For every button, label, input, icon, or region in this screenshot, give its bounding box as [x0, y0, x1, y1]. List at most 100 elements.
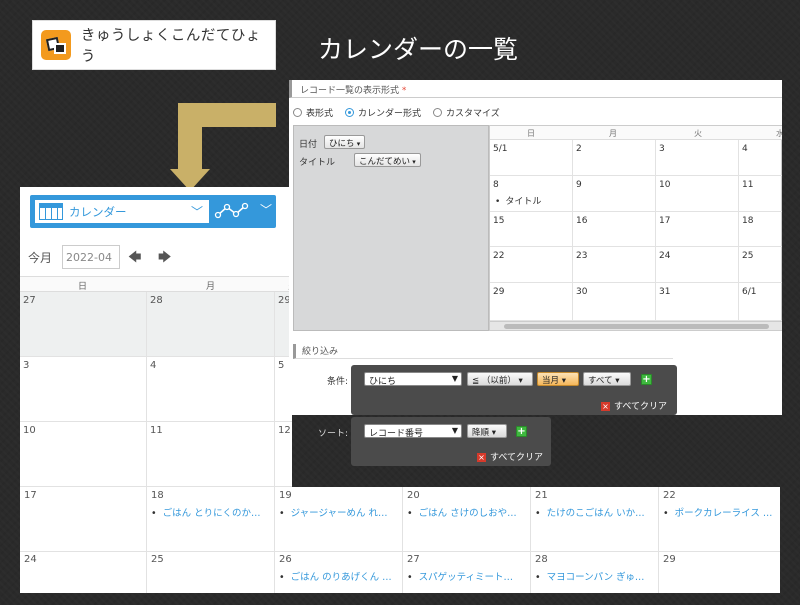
day-number: 18	[151, 490, 164, 501]
preview-cell: 18	[739, 212, 782, 247]
preview-cell: 22	[490, 247, 573, 283]
clear-sort-button[interactable]: × すべてクリア	[477, 450, 543, 463]
day-number: 26	[279, 554, 292, 565]
calendar-event[interactable]: たけのこごはん いか…	[535, 505, 653, 519]
radio-custom[interactable]	[433, 108, 443, 117]
preview-event: タイトル	[493, 194, 569, 207]
preview-cell: 8タイトル	[490, 176, 573, 212]
preview-cell: 3	[656, 140, 739, 176]
calendar-day-cell[interactable]: 17 24	[20, 487, 147, 593]
arrow-horizontal	[191, 103, 276, 127]
day-number: 19	[279, 490, 292, 501]
calendar-field-settings: 日付 ひにち タイトル こんだてめい	[293, 125, 489, 331]
day-number: 25	[151, 554, 164, 565]
view-select[interactable]: カレンダー ﹀	[34, 199, 210, 224]
condition-value-select[interactable]: 当月 ▾	[537, 372, 579, 386]
condition-extra-select[interactable]: すべて ▾	[583, 372, 631, 386]
day-header: 月	[206, 282, 216, 292]
calendar-day-cell[interactable]: 18 ごはん とりにくのか… 25	[147, 487, 275, 593]
calendar-day-cell[interactable]: 19 ジャージャーめん れ… 26 ごはん のりあげくん …	[275, 487, 403, 593]
preview-cell: 29	[490, 283, 573, 321]
calendar-day-cell[interactable]: 10	[20, 422, 147, 487]
view-select-label: カレンダー	[69, 204, 127, 219]
sort-field-select[interactable]: レコード番号 ▼	[364, 424, 462, 439]
day-header: 日	[78, 282, 88, 292]
day-header: 日	[527, 129, 535, 138]
calendar-bottom-weeks: 17 24 18 ごはん とりにくのか… 25 19 ジャージャーめん れ… 2…	[20, 487, 780, 593]
calendar-preview: 日 月 火 水 5/1 2 3 4 8タイトル 9 10 11 15 16 17…	[489, 125, 782, 331]
chevron-down-icon: ﹀	[190, 205, 203, 219]
app-badge: きゅうしょくこんだてひょう	[32, 20, 276, 70]
day-number: 20	[407, 490, 420, 501]
date-label: 日付	[299, 140, 318, 150]
calendar-day-cell[interactable]: 12	[275, 422, 292, 487]
calendar-event[interactable]: マヨコーンパン ぎゅ…	[535, 569, 653, 583]
day-number: 17	[24, 490, 37, 501]
month-input[interactable]	[62, 245, 120, 269]
preview-cell: 9	[573, 176, 656, 212]
day-header: 火	[694, 129, 702, 138]
add-sort-button[interactable]: +	[516, 426, 527, 437]
day-number: 22	[663, 490, 676, 501]
filter-header: 絞り込み	[293, 344, 673, 359]
radio-table[interactable]	[293, 108, 302, 117]
title-label: タイトル	[299, 158, 336, 168]
preview-cell: 17	[656, 212, 739, 247]
day-number: 28	[535, 554, 548, 565]
calendar-event[interactable]: ジャージャーめん れ…	[279, 505, 397, 519]
preview-cell: 23	[573, 247, 656, 283]
calendar-day-cell[interactable]: 22 ポークカレーライス … 29	[659, 487, 780, 593]
preview-cell: 6/1	[739, 283, 782, 321]
prev-month-icon[interactable]: 🡄	[128, 248, 141, 270]
preview-cell: 15	[490, 212, 573, 247]
graph-icon[interactable]	[214, 201, 254, 221]
title-field-select[interactable]: こんだてめい	[354, 153, 421, 167]
clear-icon: ×	[601, 402, 610, 411]
format-radio-group: 表形式 カレンダー形式 カスタマイズ	[293, 106, 512, 119]
slide-title: カレンダーの一覧	[318, 35, 519, 64]
preview-scrollbar[interactable]	[490, 321, 782, 330]
next-month-icon[interactable]: 🡆	[158, 248, 171, 270]
day-number: 29	[663, 554, 676, 565]
calendar-day-cell[interactable]: 3	[20, 357, 147, 422]
preview-cell: 2	[573, 140, 656, 176]
day-header: 月	[609, 129, 617, 138]
radio-calendar[interactable]	[345, 108, 355, 117]
preview-cell: 30	[573, 283, 656, 321]
calendar-event[interactable]: ポークカレーライス …	[663, 505, 781, 519]
calendar-day-cell[interactable]: 21 たけのこごはん いか… 28 マヨコーンパン ぎゅ…	[531, 487, 659, 593]
sort-box: レコード番号 ▼ 降順 ▾ + × すべてクリア	[351, 417, 551, 466]
required-mark: *	[401, 86, 407, 96]
date-field-select[interactable]: ひにち	[324, 135, 366, 149]
settings-header: レコード一覧の表示形式 *	[289, 80, 782, 98]
preview-cell: 11	[739, 176, 782, 212]
calendar-day-cell[interactable]: 27	[20, 292, 147, 357]
calendar-event[interactable]: ごはん とりにくのか…	[151, 505, 269, 519]
calendar-day-cell[interactable]: 28	[147, 292, 275, 357]
sort-order-select[interactable]: 降順 ▾	[467, 424, 507, 438]
view-switcher-bar: カレンダー ﹀ ﹀	[30, 195, 276, 228]
condition-label: 条件:	[327, 377, 349, 387]
day-header: 水	[776, 129, 782, 138]
condition-field-select[interactable]: ひにち ▼	[364, 372, 462, 387]
add-condition-button[interactable]: +	[641, 374, 652, 385]
calendar-day-cell[interactable]: 20 ごはん さけのしおや… 27 スパゲッティミート…	[403, 487, 531, 593]
preview-cell: 31	[656, 283, 739, 321]
condition-operator-select[interactable]: ≦ （以前） ▾	[467, 372, 533, 386]
clear-conditions-button[interactable]: × すべてクリア	[601, 399, 667, 412]
calendar-event[interactable]: スパゲッティミート…	[407, 569, 525, 583]
preview-cell: 10	[656, 176, 739, 212]
calendar-event[interactable]: ごはん のりあげくん …	[279, 569, 397, 583]
this-month-button[interactable]: 今月	[28, 249, 52, 266]
sort-label: ソート:	[318, 429, 349, 439]
calendar-day-cell[interactable]: 11	[147, 422, 275, 487]
calendar-day-cell[interactable]: 4	[147, 357, 275, 422]
day-number: 27	[407, 554, 420, 565]
calendar-event[interactable]: ごはん さけのしおや…	[407, 505, 525, 519]
clear-icon: ×	[477, 453, 486, 462]
chevron-down-icon[interactable]: ﹀	[260, 201, 272, 218]
condition-box: ひにち ▼ ≦ （以前） ▾ 当月 ▾ すべて ▾ + × すべてクリア	[351, 365, 677, 415]
list-format-settings-panel: レコード一覧の表示形式 * 表形式 カレンダー形式 カスタマイズ 日付 ひにち …	[289, 80, 782, 415]
preview-cell: 16	[573, 212, 656, 247]
preview-cell: 25	[739, 247, 782, 283]
